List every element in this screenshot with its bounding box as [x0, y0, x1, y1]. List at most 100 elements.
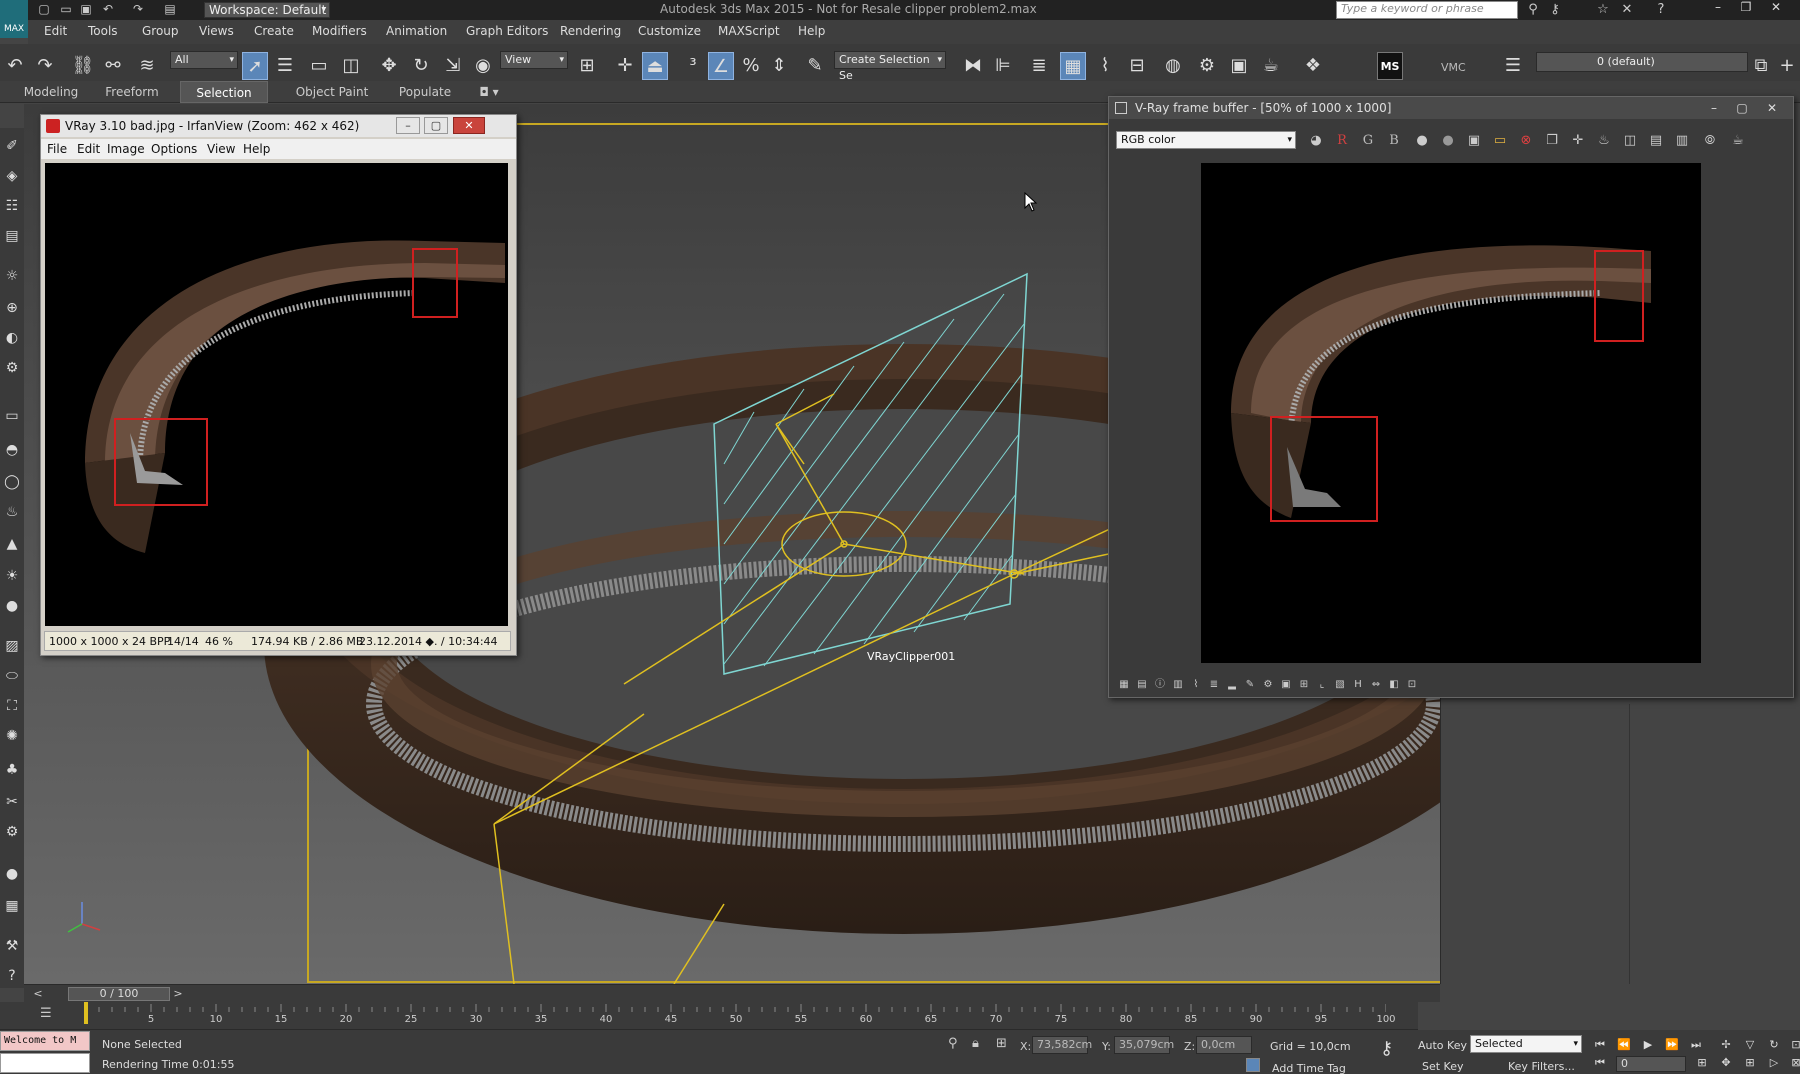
pan-icon[interactable]: ✥ [1716, 1054, 1736, 1072]
vfb-lut-icon[interactable]: ▤ [1135, 678, 1149, 692]
vfb-render-region-icon[interactable]: ♨ [1593, 130, 1615, 152]
vfb-color-channels-icon[interactable]: ◕ [1305, 130, 1327, 152]
redo-icon[interactable]: ↷ [32, 52, 58, 80]
time-slider-prev-icon[interactable]: < [32, 987, 44, 1001]
capsule-icon[interactable]: ⬭ [2, 666, 22, 686]
new-file-icon[interactable]: ▢ [36, 2, 52, 17]
sphere-icon[interactable]: ◓ [2, 440, 22, 460]
space-warp-icon[interactable]: ◐ [2, 328, 22, 348]
help-icon[interactable]: ? [1652, 1, 1670, 19]
curve-editor-icon[interactable]: ⌇ [1092, 52, 1118, 80]
irfan-menu-image[interactable]: Image [107, 142, 145, 156]
prev-frame-icon[interactable]: ⏪ [1614, 1036, 1634, 1054]
irfan-menu-help[interactable]: Help [243, 142, 270, 156]
vfb-blue-channel-button[interactable]: B [1383, 130, 1405, 152]
helper-icon[interactable]: ⊕ [2, 298, 22, 318]
bind-space-warp-icon[interactable]: ≋ [134, 52, 160, 80]
vfb-alpha-icon[interactable]: ● [1437, 130, 1459, 152]
irfanview-title-bar[interactable]: VRay 3.10 bad.jpg - IrfanView (Zoom: 462… [41, 115, 516, 137]
redo-icon[interactable]: ↷ [130, 2, 146, 17]
teapot-icon[interactable]: ♨ [2, 502, 22, 522]
key-filters-button[interactable]: Key Filters... [1508, 1060, 1575, 1073]
min-max-icon[interactable]: ▷ [1764, 1054, 1784, 1072]
vfb-load-icon[interactable]: ▭ [1489, 130, 1511, 152]
systems-icon[interactable]: ⚙ [2, 358, 22, 378]
irfan-maximize-icon[interactable]: ▢ [424, 117, 448, 134]
menu-rendering[interactable]: Rendering [560, 24, 621, 38]
atom-icon[interactable]: ✺ [2, 726, 22, 746]
menu-modifiers[interactable]: Modifiers [312, 24, 367, 38]
app-logo[interactable]: MAX [0, 0, 28, 38]
edit-named-selection-icon[interactable]: ✎ [802, 52, 828, 80]
window-crossing-icon[interactable]: ◫ [338, 52, 364, 80]
vfb-grid-icon[interactable]: ⊞ [1297, 678, 1311, 692]
hierarchy-panel-icon[interactable]: ☷ [2, 196, 22, 216]
walk-icon[interactable]: ⊞ [1740, 1054, 1760, 1072]
camera-icon[interactable]: ⛶ [2, 696, 22, 716]
align-icon[interactable]: ⊫ [990, 52, 1016, 80]
vfb-layers-icon[interactable]: ▧ [1333, 678, 1347, 692]
go-to-start-icon[interactable]: ⏮ [1590, 1036, 1610, 1054]
orbit-icon[interactable]: ↻ [1764, 1036, 1784, 1054]
tab-populate[interactable]: Populate [390, 81, 460, 103]
light-icon[interactable]: ☼ [2, 266, 22, 286]
project-folder-icon[interactable]: ▤ [162, 2, 178, 17]
undo-icon[interactable]: ↶ [100, 2, 116, 17]
isolate-icon[interactable]: ⚲ [948, 1036, 958, 1051]
vfb-red-channel-button[interactable]: R [1331, 130, 1353, 152]
vfb-track-mouse-icon[interactable]: ✛ [1567, 130, 1589, 152]
snaps-toggle-icon[interactable]: ³ [680, 52, 706, 80]
vfb-title-bar[interactable]: V-Ray frame buffer - [50% of 1000 x 1000… [1109, 97, 1793, 119]
create-panel-icon[interactable]: ✐ [2, 136, 22, 156]
maximize-viewport-icon[interactable]: ⊡ [1786, 1036, 1800, 1054]
region-zoom-icon[interactable]: ⊠ [1786, 1054, 1800, 1072]
vfb-history-icon[interactable]: ▤ [1645, 130, 1667, 152]
render-setup-icon[interactable]: ⚙ [1194, 52, 1220, 80]
irfan-menu-edit[interactable]: Edit [77, 142, 100, 156]
vfb-maximize-icon[interactable]: ▢ [1729, 99, 1755, 117]
vfb-color-icon[interactable]: ▣ [1279, 678, 1293, 692]
irfan-menu-file[interactable]: File [47, 142, 67, 156]
geosphere-icon[interactable]: ● [2, 596, 22, 616]
vfb-minimize-icon[interactable]: – [1701, 99, 1727, 117]
vfb-stamp-icon[interactable]: ⦾ [1699, 130, 1721, 152]
vfb-green-channel-button[interactable]: G [1357, 130, 1379, 152]
time-tag-icon[interactable] [1246, 1058, 1260, 1072]
vmc-button[interactable]: VMC [1441, 61, 1466, 74]
search-input[interactable]: Type a keyword or phrase [1336, 1, 1518, 19]
time-slider-next-icon[interactable]: > [172, 987, 184, 1001]
utilities-icon[interactable]: ⚒ [2, 936, 22, 956]
vfb-render-icon[interactable]: ☕ [1727, 130, 1749, 152]
tab-object-paint[interactable]: Object Paint [282, 81, 382, 103]
current-layer-dropdown[interactable]: 0 (default) [1536, 52, 1748, 72]
plant-icon[interactable]: ♣ [2, 760, 22, 780]
menu-edit[interactable]: Edit [44, 24, 67, 38]
layer-manager-icon[interactable]: ≣ [1026, 52, 1052, 80]
vfb-compare-icon[interactable]: ◫ [1619, 130, 1641, 152]
absolute-mode-icon[interactable]: ⊞ [996, 1036, 1007, 1051]
material-editor-icon[interactable]: ◍ [1160, 52, 1186, 80]
vfb-lens-icon[interactable]: ▥ [1671, 130, 1693, 152]
schematic-view-icon[interactable]: ⊟ [1124, 52, 1150, 80]
next-frame-icon[interactable]: ⏩ [1662, 1036, 1682, 1054]
menu-graph-editors[interactable]: Graph Editors [466, 24, 548, 38]
spinner-snap-icon[interactable]: ⇕ [766, 52, 792, 80]
percent-snap-icon[interactable]: % [738, 52, 764, 80]
reference-coordinate-dropdown[interactable]: View ▾ [500, 51, 568, 69]
vfb-flip-icon[interactable]: ⇔ [1369, 678, 1383, 692]
vfb-channel-dropdown[interactable]: RGB color ▾ [1116, 131, 1296, 149]
torus-icon[interactable]: ◯ [2, 472, 22, 492]
current-frame-field[interactable]: 0 [1616, 1056, 1686, 1072]
vfb-settings-icon[interactable]: ▦ [1117, 678, 1131, 692]
key-mode-dropdown[interactable]: Selected ▾ [1470, 1035, 1582, 1053]
rectangular-selection-icon[interactable]: ▭ [306, 52, 332, 80]
time-slider-thumb[interactable]: 0 / 100 [68, 987, 170, 1001]
vfb-crop-icon[interactable]: ⌞ [1315, 678, 1329, 692]
vray-icon[interactable]: ❖ [1300, 52, 1326, 80]
select-by-name-icon[interactable]: ☰ [272, 52, 298, 80]
vfb-image[interactable] [1201, 163, 1701, 663]
vfb-close-icon[interactable]: ✕ [1759, 99, 1785, 117]
tab-freeform[interactable]: Freeform [98, 81, 166, 103]
irfan-menu-view[interactable]: View [207, 142, 235, 156]
plane-icon[interactable]: ▨ [2, 636, 22, 656]
